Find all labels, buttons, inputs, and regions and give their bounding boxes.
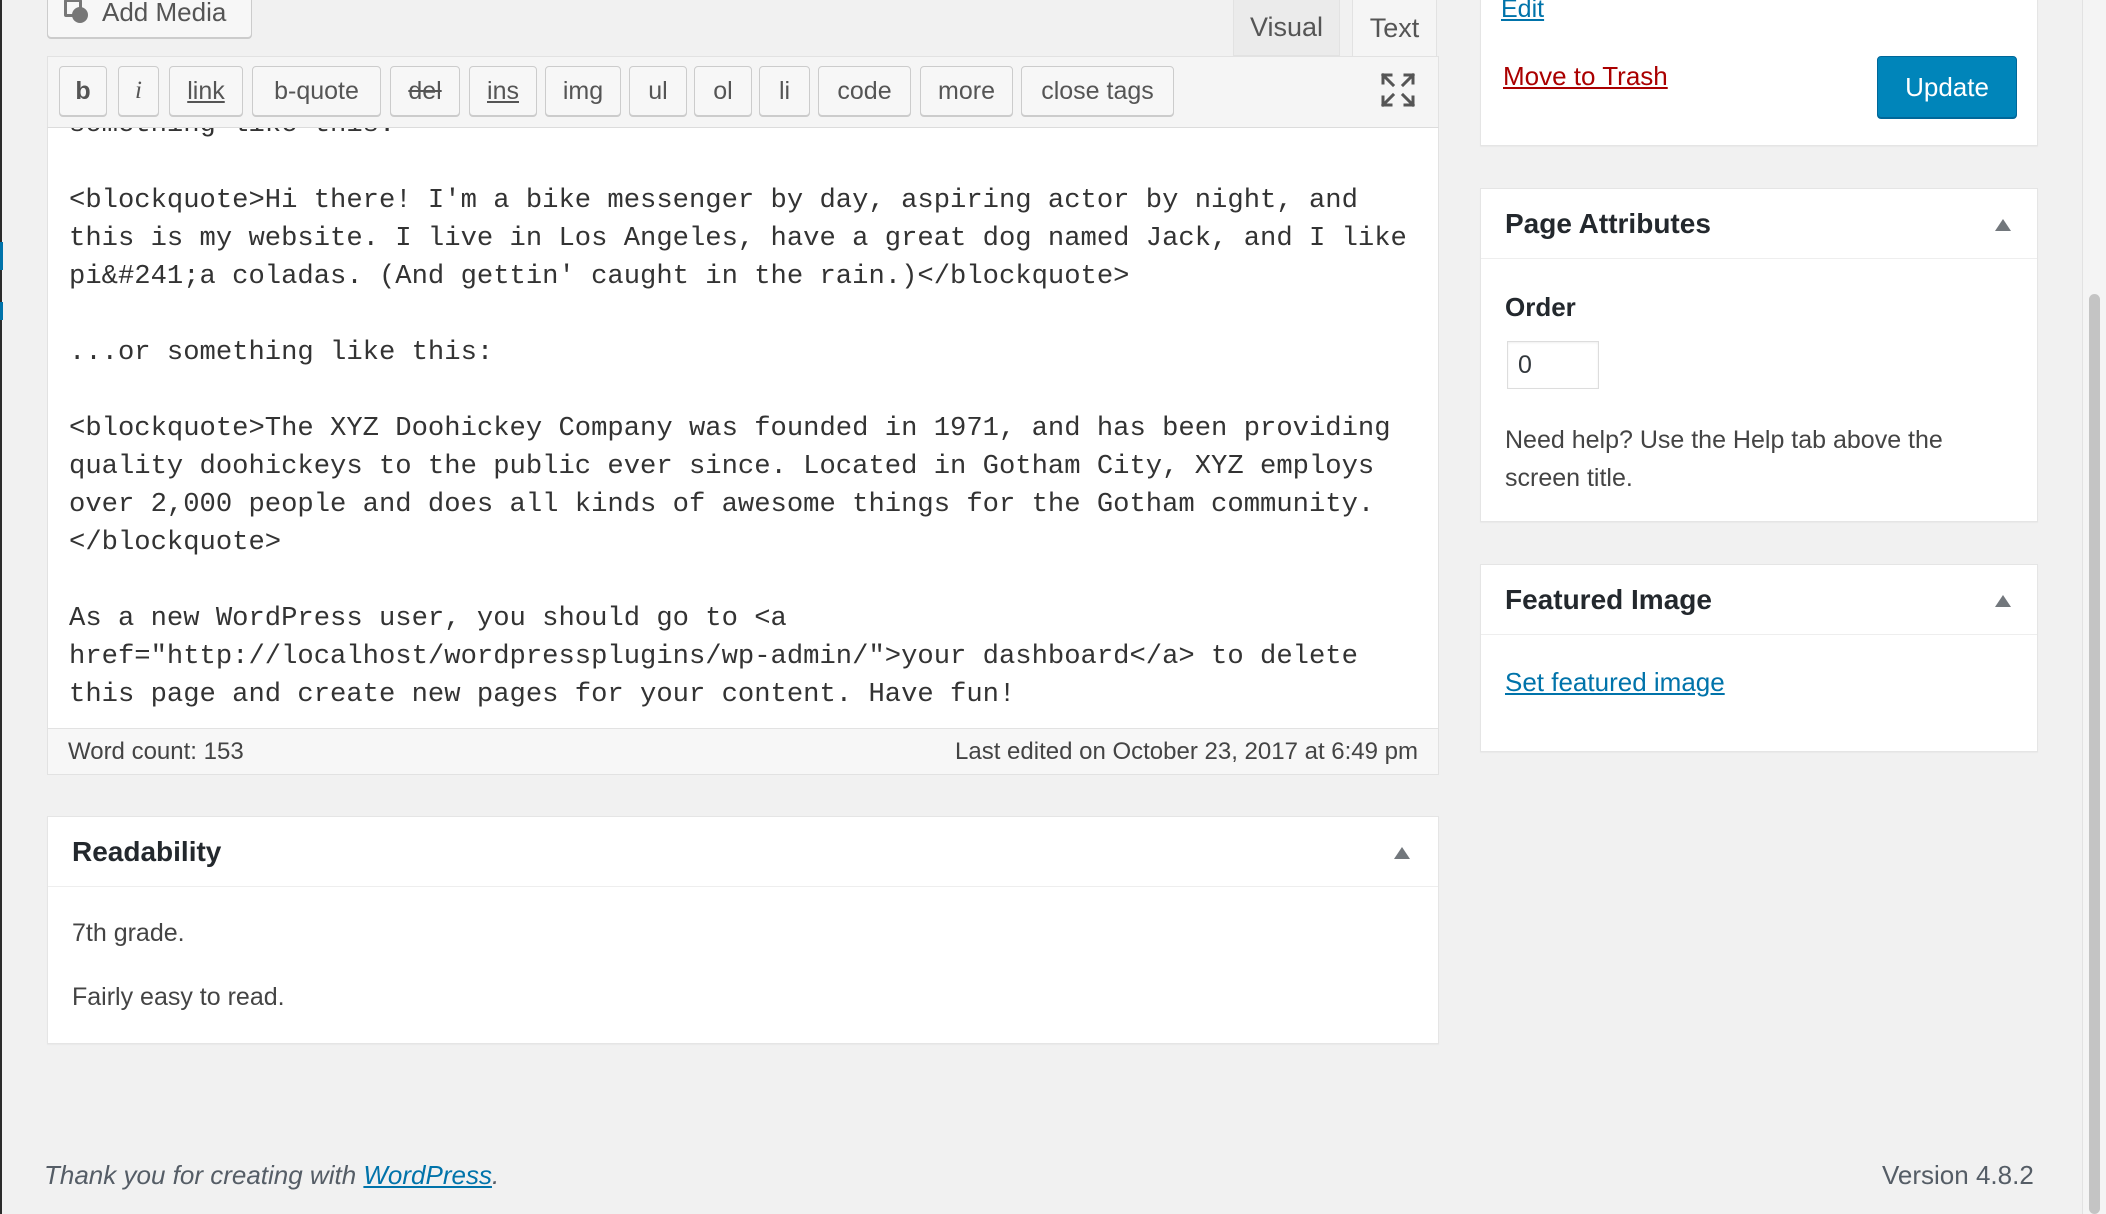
page-scrollbar-thumb[interactable] (2089, 294, 2100, 1214)
publish-box: Edit Move to Trash Update (1480, 0, 2038, 146)
featured-image-header[interactable]: Featured Image (1481, 565, 2037, 635)
quicktags-toolbar: b i link b-quote del ins img ul ol li co… (47, 56, 1439, 128)
footer-version: Version 4.8.2 (1882, 1160, 2034, 1190)
readability-box: Readability 7th grade. Fairly easy to re… (47, 816, 1439, 1044)
help-text: Need help? Use the Help tab above the sc… (1505, 426, 1943, 492)
collapse-arrow-icon[interactable] (1995, 219, 2011, 231)
footer-thanks: Thank you for creating with WordPress. (44, 1160, 499, 1191)
readability-summary: Fairly easy to read. (72, 983, 285, 1011)
blockquote-button[interactable]: b-quote (252, 66, 381, 116)
featured-image-box: Featured Image Set featured image (1480, 564, 2038, 752)
footer-thanks-prefix: Thank you for creating with (44, 1160, 364, 1190)
readability-header[interactable]: Readability (48, 817, 1438, 887)
readability-grade: 7th grade. (72, 919, 185, 947)
readability-title: Readability (72, 836, 222, 867)
italic-button[interactable]: i (118, 66, 159, 116)
post-status-info: Word count: 153 Last edited on October 2… (47, 728, 1439, 775)
featured-image-title: Featured Image (1505, 584, 1712, 615)
footer-thanks-suffix: . (491, 1160, 500, 1190)
update-button[interactable]: Update (1877, 56, 2017, 118)
link-button[interactable]: link (169, 66, 243, 116)
page-attributes-header[interactable]: Page Attributes (1481, 189, 2037, 259)
code-button[interactable]: code (818, 66, 911, 116)
admin-menu-edge-marker (0, 242, 3, 270)
page-attributes-box: Page Attributes Order Need help? Use the… (1480, 188, 2038, 522)
ol-button[interactable]: ol (694, 66, 752, 116)
collapse-arrow-icon[interactable] (1995, 595, 2011, 607)
page-attributes-title: Page Attributes (1505, 208, 1711, 239)
add-media-label: Add Media (102, 0, 227, 27)
collapse-arrow-icon[interactable] (1394, 847, 1410, 859)
close-tags-button[interactable]: close tags (1021, 66, 1174, 116)
word-count: Word count: 153 (68, 737, 244, 765)
edit-link[interactable]: Edit (1501, 0, 1544, 24)
move-to-trash-link[interactable]: Move to Trash (1503, 61, 1668, 92)
last-edited: Last edited on October 23, 2017 at 6:49 … (955, 737, 1418, 765)
content-textarea[interactable]: something like this: <blockquote>Hi ther… (47, 128, 1439, 728)
set-featured-image-link[interactable]: Set featured image (1505, 667, 1725, 698)
tab-visual[interactable]: Visual (1233, 0, 1340, 56)
order-input[interactable] (1507, 341, 1599, 389)
content-text: something like this: <blockquote>Hi ther… (69, 128, 1407, 710)
img-button[interactable]: img (545, 66, 621, 116)
bold-button[interactable]: b (59, 66, 107, 116)
distraction-free-icon[interactable] (1380, 72, 1416, 108)
del-button[interactable]: del (390, 66, 460, 116)
window-edge (0, 0, 2, 1214)
tab-text[interactable]: Text (1352, 0, 1437, 56)
ins-button[interactable]: ins (469, 66, 537, 116)
admin-menu-edge-marker (0, 302, 3, 320)
more-button[interactable]: more (920, 66, 1013, 116)
li-button[interactable]: li (759, 66, 810, 116)
media-icon (62, 0, 92, 27)
order-label: Order (1505, 292, 1576, 322)
add-media-button[interactable]: Add Media (47, 0, 252, 38)
wordpress-link[interactable]: WordPress (363, 1160, 492, 1190)
ul-button[interactable]: ul (629, 66, 687, 116)
